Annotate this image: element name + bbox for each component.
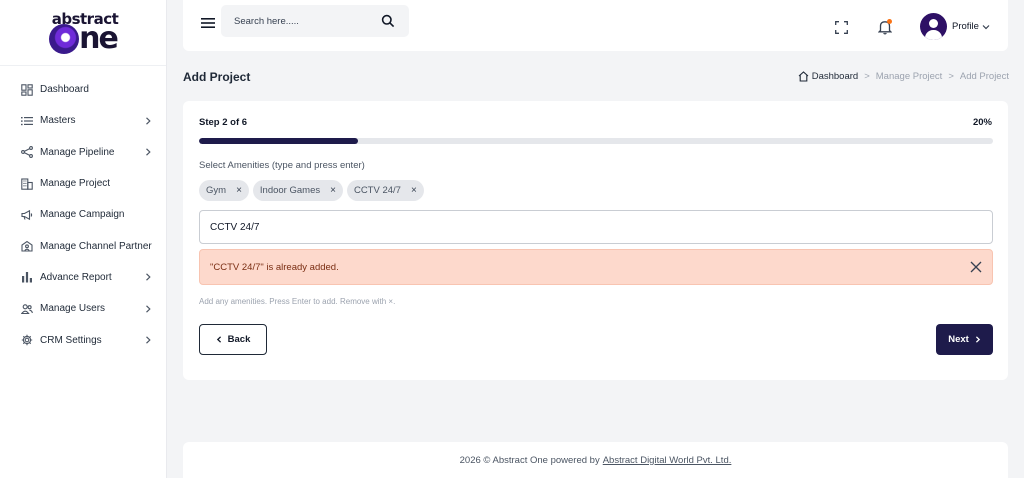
sidebar-nav: Dashboard Masters Manage Pipeline Manage… [0,66,166,356]
sidebar-item-label: Dashboard [40,84,89,96]
chip-remove-button[interactable]: × [236,185,242,196]
footer: 2026 © Abstract One powered by Abstract … [183,442,1008,478]
page-title: Add Project [183,70,251,84]
building-icon [20,177,34,191]
sidebar-item-label: Manage Users [40,303,106,315]
notification-dot [887,19,892,24]
sidebar-item-label: Masters [40,115,76,127]
logo-text-bottom: ne [79,20,119,56]
chevron-right-icon [975,336,980,343]
breadcrumb-separator: > [948,71,954,82]
list-icon [20,114,34,128]
breadcrumb-dashboard[interactable]: Dashboard [812,71,858,82]
sidebar-item-label: Advance Report [40,271,112,283]
breadcrumb-separator: > [864,71,870,82]
chevron-right-icon [146,336,151,344]
chip-remove-button[interactable]: × [330,185,336,196]
breadcrumb: Dashboard > Manage Project > Add Project [798,71,1009,82]
step-label: Step 2 of 6 [199,117,248,128]
users-icon [20,302,34,316]
helper-text: Add any amenities. Press Enter to add. R… [199,297,396,306]
sidebar: abstract ne Dashboard Masters Manage Pip… [0,0,167,478]
fullscreen-icon[interactable] [835,21,848,34]
progress-bar [199,138,993,144]
next-button[interactable]: Next [936,324,993,355]
sidebar-item-label: Manage Pipeline [40,146,115,158]
chevron-down-icon [982,24,990,29]
sidebar-item-label: Manage Channel Partner [40,240,152,252]
sidebar-item-manage-campaign[interactable]: Manage Campaign [0,199,166,230]
back-button-label: Back [227,334,251,345]
dashboard-icon [20,83,34,97]
next-button-label: Next [948,334,969,345]
sidebar-item-label: Manage Project [40,178,111,190]
bar-chart-icon [20,270,34,284]
menu-icon[interactable] [201,17,215,29]
chevron-right-icon [146,117,151,125]
pipeline-icon [20,145,34,159]
chip-label: Gym [206,185,227,196]
sidebar-item-manage-channel-partner[interactable]: Manage Channel Partner [0,230,166,261]
alert-text: "CCTV 24/7" is already added. [210,261,339,273]
breadcrumb-current: Add Project [959,71,1009,82]
notification-bell[interactable] [877,19,893,35]
wizard-card: Step 2 of 6 20% Select Amenities (type a… [183,101,1008,380]
footer-link[interactable]: Abstract Digital World Pvt. Ltd. [603,455,732,466]
profile-label: Profile [952,21,979,32]
search-input[interactable] [221,5,371,37]
sidebar-item-advance-report[interactable]: Advance Report [0,262,166,293]
sidebar-item-dashboard[interactable]: Dashboard [0,74,166,105]
back-button[interactable]: Back [199,324,267,355]
megaphone-icon [20,208,34,222]
duplicate-alert: "CCTV 24/7" is already added. [199,249,993,285]
sidebar-item-manage-project[interactable]: Manage Project [0,168,166,199]
gear-icon [20,333,34,347]
chip-label: Indoor Games [259,185,321,196]
amenity-input[interactable] [199,210,993,244]
logo-o-mark [49,23,80,54]
sidebar-item-crm-settings[interactable]: CRM Settings [0,324,166,355]
close-icon[interactable] [970,261,982,273]
breadcrumb-manage-project[interactable]: Manage Project [876,71,943,82]
amenity-chips: Gym × Indoor Games × CCTV 24/7 × [199,180,424,201]
chip-label: CCTV 24/7 [353,185,401,196]
chip-remove-button[interactable]: × [411,185,417,196]
chevron-right-icon [146,273,151,282]
sidebar-item-label: CRM Settings [40,334,102,346]
chevron-left-icon [216,336,221,343]
brand-logo[interactable]: abstract ne [0,0,166,66]
profile-menu[interactable]: Profile [920,13,990,40]
avatar [920,13,947,40]
amenities-label: Select Amenities (type and press enter) [199,160,365,171]
sidebar-item-manage-pipeline[interactable]: Manage Pipeline [0,137,166,168]
home-icon [798,71,809,82]
progress-fill [199,138,358,144]
amenity-chip: CCTV 24/7 × [346,180,424,201]
search-box [221,5,409,37]
chevron-right-icon [146,148,151,156]
progress-percent: 20% [972,117,992,128]
top-header: Profile [183,0,1008,51]
sidebar-item-masters[interactable]: Masters [0,105,166,136]
logo-mark: ne [49,20,119,56]
sidebar-item-manage-users[interactable]: Manage Users [0,293,166,324]
amenity-chip: Indoor Games × [252,180,343,201]
partner-icon [20,239,34,253]
search-icon[interactable] [381,14,395,28]
amenity-chip: Gym × [199,180,249,201]
chevron-right-icon [146,305,151,313]
sidebar-item-label: Manage Campaign [40,209,125,221]
footer-text: 2026 © Abstract One powered by [459,454,600,466]
